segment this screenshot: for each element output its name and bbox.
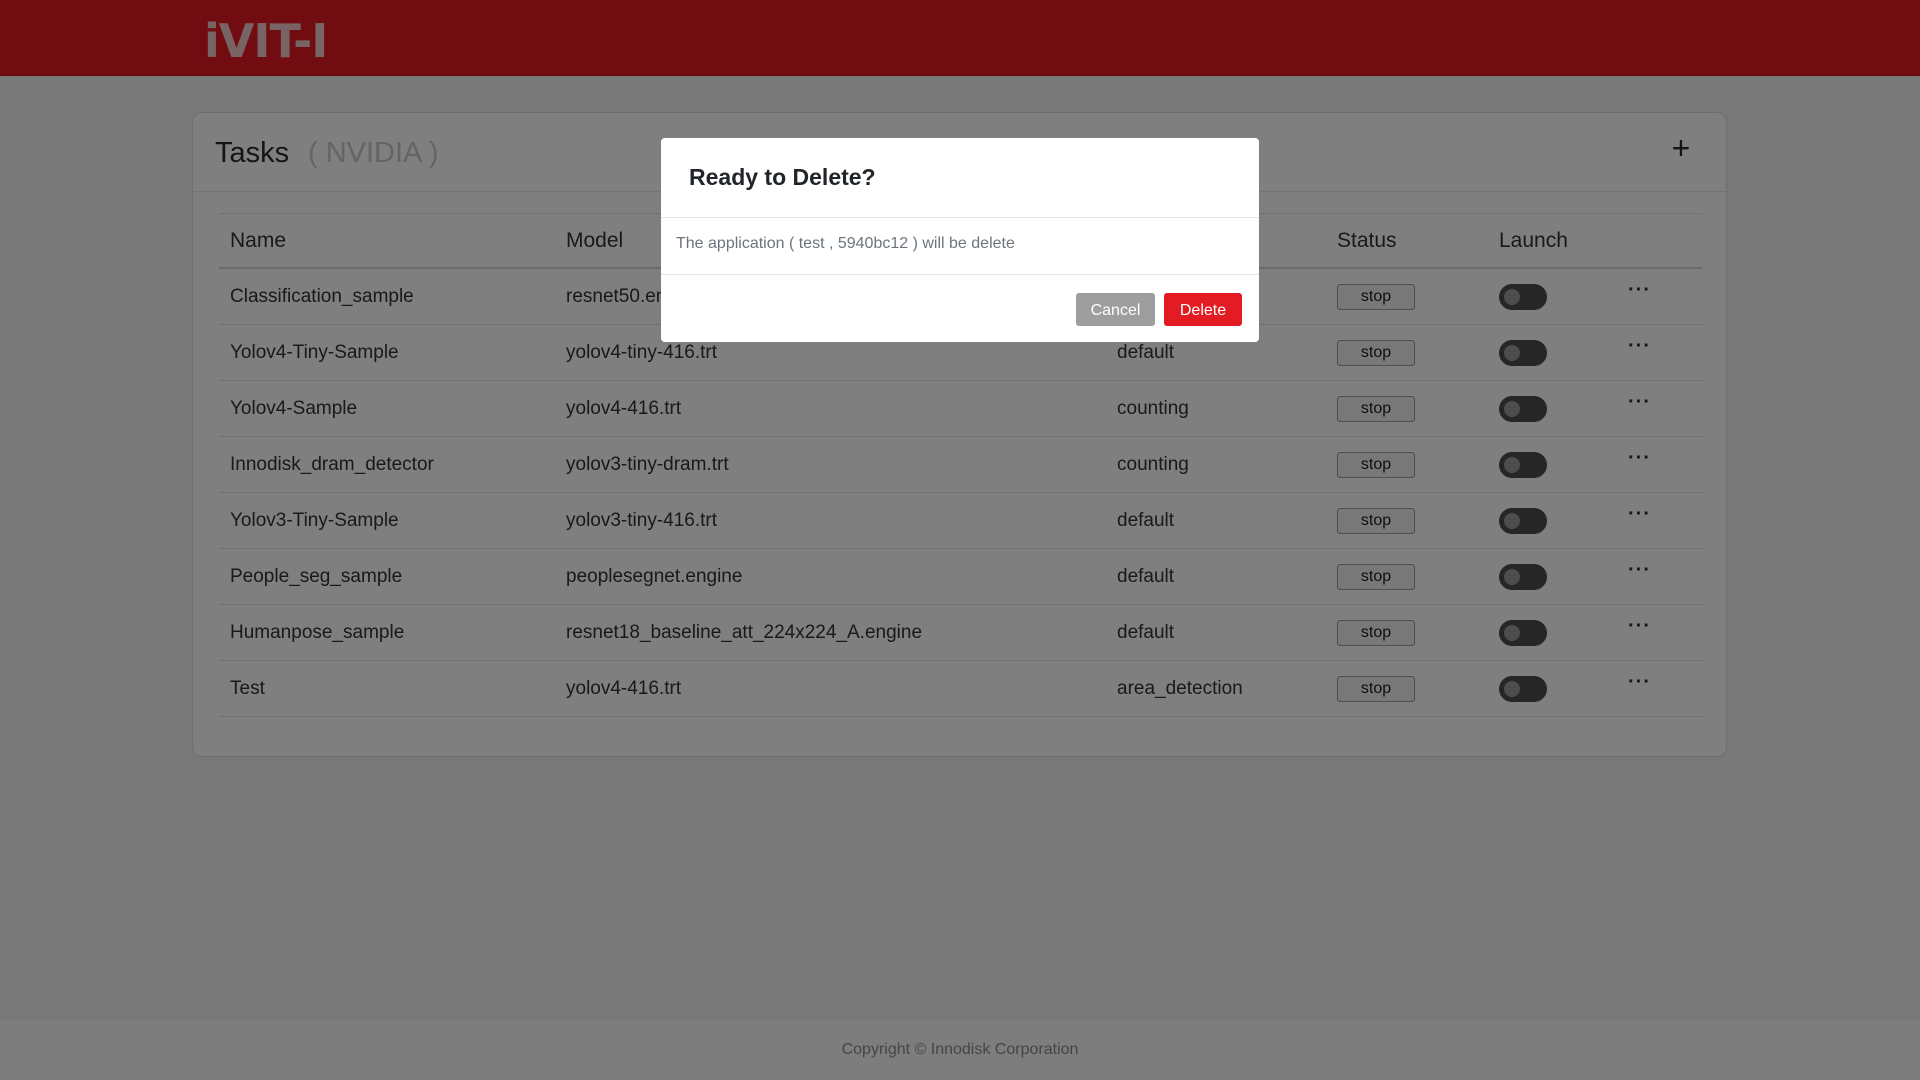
delete-button[interactable]: Delete [1164, 293, 1242, 326]
cancel-button[interactable]: Cancel [1076, 293, 1155, 326]
dialog-message: The application ( test , 5940bc12 ) will… [676, 235, 1015, 252]
delete-confirm-dialog: Ready to Delete? The application ( test … [661, 138, 1259, 342]
dialog-title: Ready to Delete? [689, 164, 876, 190]
dialog-body: The application ( test , 5940bc12 ) will… [661, 218, 1259, 275]
dialog-header: Ready to Delete? [661, 138, 1259, 218]
